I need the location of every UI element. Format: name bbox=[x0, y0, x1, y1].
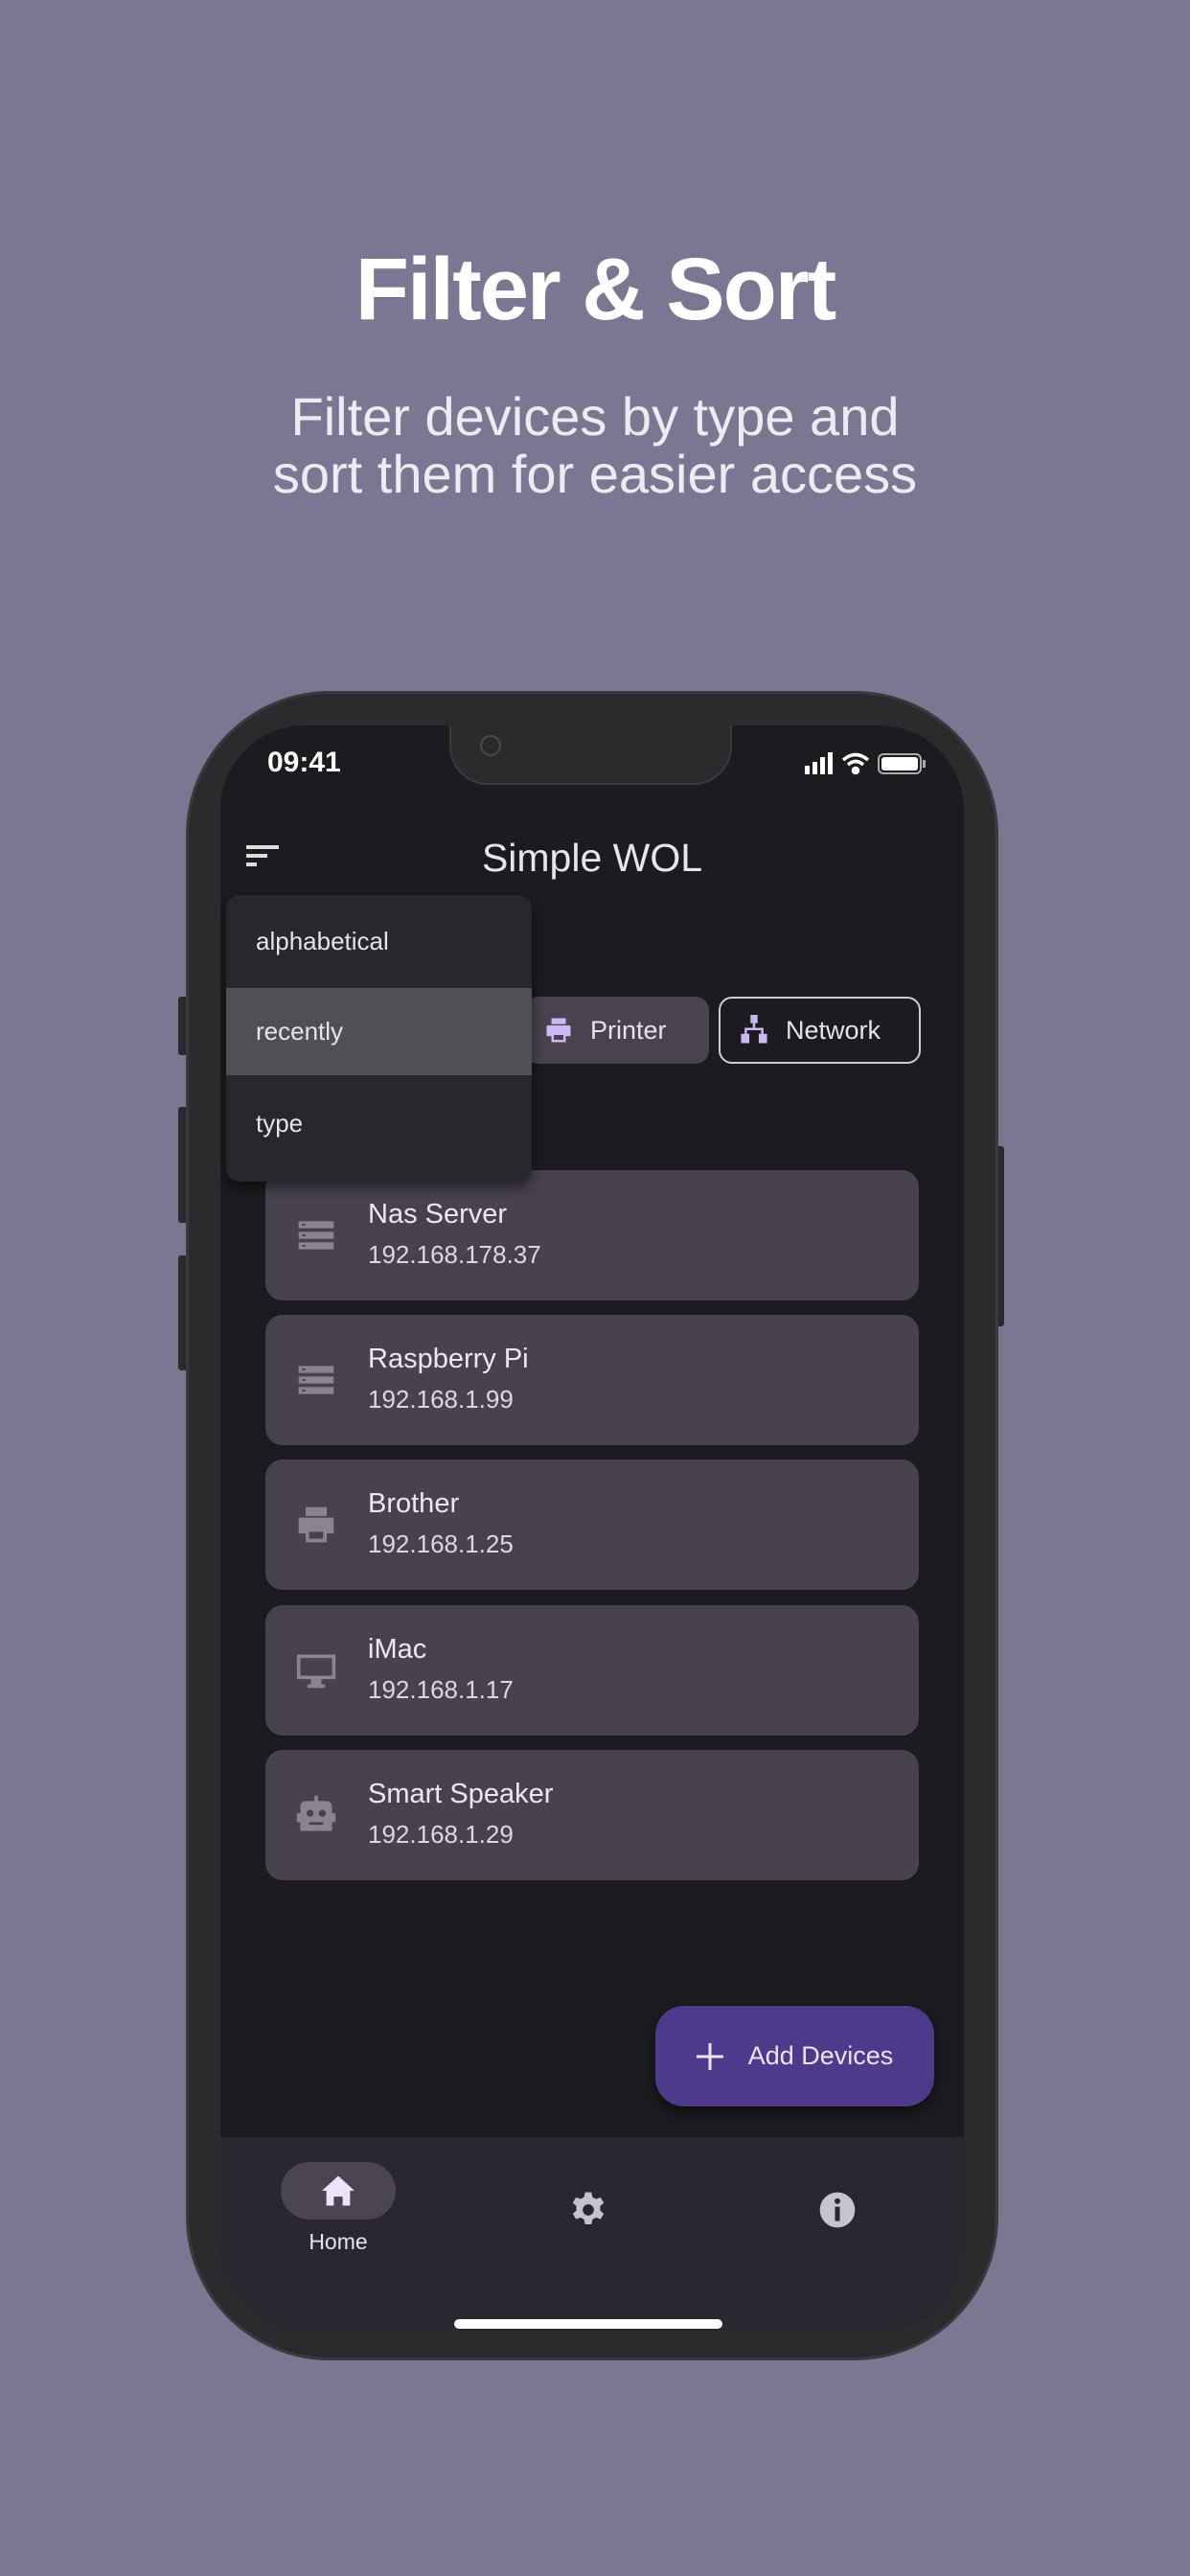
phone-screen: 09:41 Simple WOL alphabetical recently t… bbox=[220, 725, 964, 2331]
subtitle: Filter devices by type and sort them for… bbox=[0, 388, 1190, 503]
device-ip: 192.168.1.29 bbox=[368, 1820, 514, 1849]
headline: Filter & Sort bbox=[355, 241, 836, 338]
network-icon bbox=[741, 1015, 767, 1044]
device-name: Nas Server bbox=[368, 1199, 508, 1230]
home-indicator bbox=[454, 2319, 722, 2329]
filter-chip-printer[interactable]: Printer bbox=[525, 997, 709, 1064]
app-title: Simple WOL bbox=[481, 836, 703, 880]
device-ip: 192.168.178.37 bbox=[368, 1240, 541, 1269]
add-devices-button[interactable]: Add Devices bbox=[655, 2006, 934, 2106]
camera bbox=[480, 735, 501, 756]
signal-icon bbox=[805, 752, 833, 774]
battery-icon bbox=[878, 753, 926, 774]
chip-label: Printer bbox=[590, 1015, 667, 1045]
nav-label-home: Home bbox=[309, 2229, 368, 2254]
sort-option-type[interactable]: type bbox=[226, 1075, 532, 1171]
device-card[interactable]: Brother 192.168.1.25 bbox=[265, 1460, 919, 1590]
device-name: Brother bbox=[368, 1488, 460, 1519]
filter-chip-network[interactable]: Network bbox=[719, 997, 921, 1064]
printer-icon bbox=[298, 1506, 334, 1543]
chip-label: Network bbox=[786, 1015, 881, 1045]
device-ip: 192.168.1.25 bbox=[368, 1530, 514, 1558]
status-time: 09:41 bbox=[267, 747, 341, 778]
sort-option-recently[interactable]: recently bbox=[226, 988, 532, 1075]
device-name: Raspberry Pi bbox=[368, 1344, 529, 1374]
device-ip: 192.168.1.17 bbox=[368, 1675, 514, 1704]
subtitle-line: sort them for easier access bbox=[272, 444, 918, 504]
notch bbox=[449, 725, 732, 785]
server-icon bbox=[298, 1366, 334, 1394]
server-icon bbox=[298, 1221, 334, 1250]
desktop-icon bbox=[296, 1654, 336, 1689]
device-card[interactable]: iMac 192.168.1.17 bbox=[265, 1605, 919, 1736]
robot-icon bbox=[296, 1795, 336, 1831]
device-card[interactable]: Nas Server 192.168.178.37 bbox=[265, 1170, 919, 1300]
device-name: Smart Speaker bbox=[368, 1779, 554, 1809]
gear-icon[interactable] bbox=[569, 2191, 607, 2229]
wifi-icon bbox=[841, 752, 870, 775]
home-icon bbox=[322, 2175, 355, 2206]
plus-icon bbox=[696, 2042, 723, 2070]
subtitle-line: Filter devices by type and bbox=[290, 386, 900, 447]
status-icons bbox=[805, 752, 926, 775]
fab-label: Add Devices bbox=[747, 2041, 894, 2070]
info-icon[interactable] bbox=[818, 2191, 857, 2229]
device-card[interactable]: Smart Speaker 192.168.1.29 bbox=[265, 1750, 919, 1880]
sort-option-alphabetical[interactable]: alphabetical bbox=[226, 895, 532, 988]
printer-icon bbox=[546, 1018, 571, 1043]
nav-item-home[interactable] bbox=[281, 2162, 396, 2220]
bottom-nav: Home bbox=[220, 2137, 964, 2331]
sort-menu: alphabetical recently type bbox=[226, 895, 532, 1182]
device-name: iMac bbox=[368, 1634, 427, 1665]
device-ip: 192.168.1.99 bbox=[368, 1385, 514, 1414]
device-card[interactable]: Raspberry Pi 192.168.1.99 bbox=[265, 1315, 919, 1445]
